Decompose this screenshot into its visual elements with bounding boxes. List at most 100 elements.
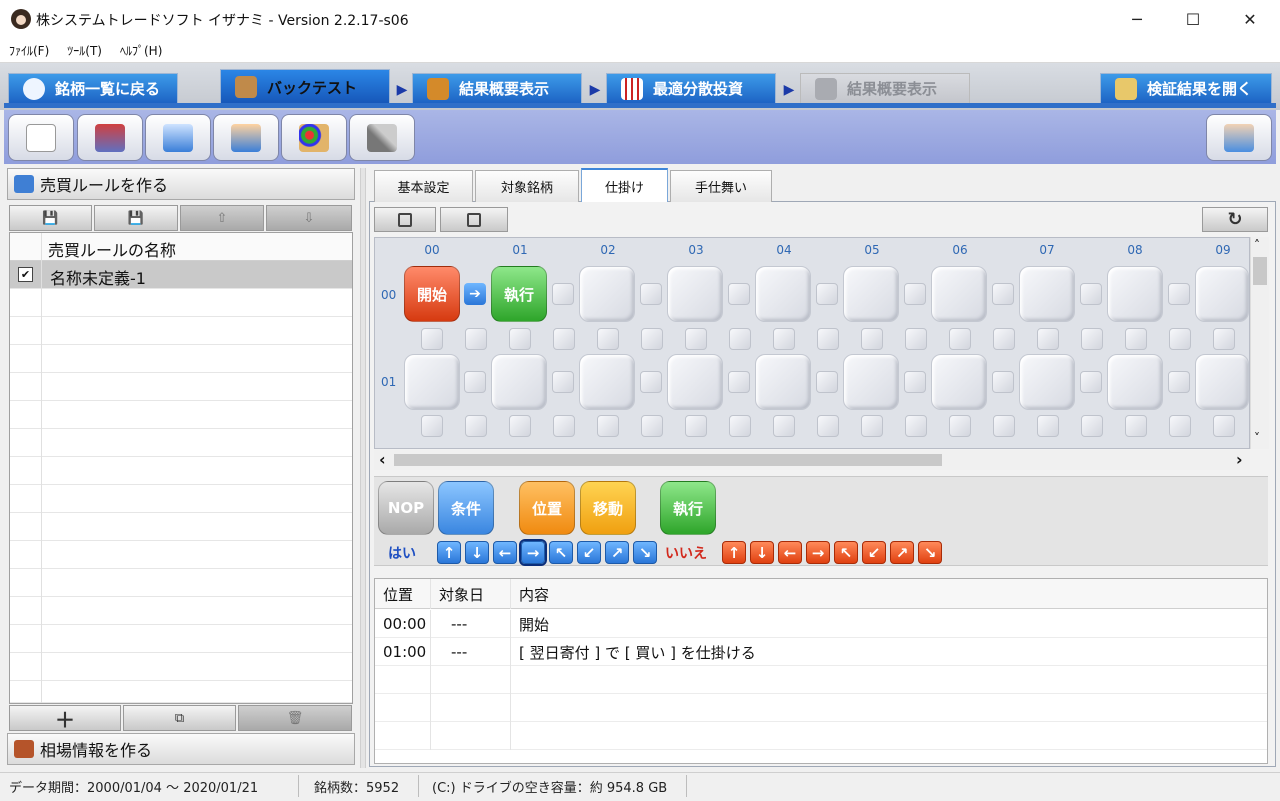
link-arrow-block[interactable]: ➔: [464, 283, 486, 305]
empty-cell-slot[interactable]: [404, 354, 460, 410]
backtest-tab[interactable]: バックテスト: [220, 69, 390, 105]
scroll-left-arrow[interactable]: ‹: [379, 450, 386, 469]
empty-link-slot[interactable]: [641, 328, 663, 350]
save-rule-button[interactable]: 💾: [9, 205, 92, 231]
empty-link-slot[interactable]: [1168, 371, 1190, 393]
empty-link-slot[interactable]: [1169, 415, 1191, 437]
empty-link-slot[interactable]: [905, 415, 927, 437]
empty-link-slot[interactable]: [993, 328, 1015, 350]
open-result-tab[interactable]: 検証結果を開く: [1100, 73, 1272, 104]
empty-link-slot[interactable]: [597, 415, 619, 437]
empty-cell-slot[interactable]: [579, 354, 635, 410]
empty-cell-slot[interactable]: [1107, 266, 1163, 322]
tab-target-stocks[interactable]: 対象銘柄: [475, 170, 579, 202]
vertical-scrollbar[interactable]: ˄ ˅: [1250, 237, 1269, 449]
empty-cell-slot[interactable]: [667, 354, 723, 410]
empty-link-slot[interactable]: [816, 283, 838, 305]
empty-link-slot[interactable]: [464, 371, 486, 393]
empty-link-slot[interactable]: [553, 328, 575, 350]
tab-basic-settings[interactable]: 基本設定: [374, 170, 473, 202]
empty-cell-slot[interactable]: [1107, 354, 1163, 410]
toolbox-button[interactable]: [77, 114, 143, 161]
yes-right-arrow[interactable]: →: [521, 541, 545, 564]
empty-link-slot[interactable]: [509, 328, 531, 350]
empty-link-slot[interactable]: [773, 328, 795, 350]
empty-link-slot[interactable]: [465, 328, 487, 350]
empty-link-slot[interactable]: [1213, 415, 1235, 437]
empty-link-slot[interactable]: [421, 328, 443, 350]
empty-cell-slot[interactable]: [667, 266, 723, 322]
empty-cell-slot[interactable]: [755, 266, 811, 322]
empty-link-slot[interactable]: [949, 328, 971, 350]
new-rule-button[interactable]: [8, 114, 74, 161]
copy-rule-button[interactable]: ⧉: [123, 705, 236, 731]
empty-cell-slot[interactable]: [1195, 266, 1249, 322]
empty-link-slot[interactable]: [773, 415, 795, 437]
import-button[interactable]: [213, 114, 279, 161]
scroll-down-arrow[interactable]: ˅: [1254, 431, 1260, 445]
palette-button[interactable]: [281, 114, 347, 161]
empty-link-slot[interactable]: [728, 283, 750, 305]
empty-link-slot[interactable]: [509, 415, 531, 437]
delete-rule-button[interactable]: 🗑: [238, 705, 352, 731]
empty-link-slot[interactable]: [1037, 415, 1059, 437]
no-up-arrow[interactable]: ↑: [722, 541, 746, 564]
empty-cell-slot[interactable]: [843, 266, 899, 322]
empty-link-slot[interactable]: [421, 415, 443, 437]
empty-cell-slot[interactable]: [843, 354, 899, 410]
empty-link-slot[interactable]: [1037, 328, 1059, 350]
empty-link-slot[interactable]: [861, 415, 883, 437]
empty-link-slot[interactable]: [552, 283, 574, 305]
empty-link-slot[interactable]: [905, 328, 927, 350]
move-down-button[interactable]: ⇩: [266, 205, 352, 231]
condition-block[interactable]: 条件: [438, 481, 494, 535]
empty-link-slot[interactable]: [861, 328, 883, 350]
empty-link-slot[interactable]: [552, 371, 574, 393]
empty-cell-slot[interactable]: [491, 354, 547, 410]
yes-up-arrow[interactable]: ↑: [437, 541, 461, 564]
no-left-arrow[interactable]: ←: [778, 541, 802, 564]
empty-link-slot[interactable]: [465, 415, 487, 437]
execute-block[interactable]: 執行: [491, 266, 547, 322]
move-block[interactable]: 移動: [580, 481, 636, 535]
hand-button[interactable]: [1206, 114, 1272, 161]
tab-entry[interactable]: 仕掛け: [581, 168, 668, 202]
splitter[interactable]: [360, 168, 366, 768]
no-up-left-arrow[interactable]: ↖: [834, 541, 858, 564]
menu-file[interactable]: ﾌｧｲﾙ(F): [9, 42, 49, 59]
empty-link-slot[interactable]: [816, 371, 838, 393]
empty-cell-slot[interactable]: [755, 354, 811, 410]
editor-export-button[interactable]: [374, 207, 436, 232]
empty-cell-slot[interactable]: [931, 266, 987, 322]
no-down-right-arrow[interactable]: ↘: [918, 541, 942, 564]
no-down-arrow[interactable]: ↓: [750, 541, 774, 564]
horizontal-scrollbar[interactable]: ‹ ›: [374, 450, 1250, 470]
empty-link-slot[interactable]: [640, 371, 662, 393]
tab-exit[interactable]: 手仕舞い: [670, 170, 772, 202]
detail-row[interactable]: 01:00 --- [ 翌日寄付 ] で [ 買い ] を仕掛ける: [375, 638, 1267, 666]
no-right-arrow[interactable]: →: [806, 541, 830, 564]
empty-link-slot[interactable]: [904, 283, 926, 305]
menu-tools[interactable]: ﾂｰﾙ(T): [67, 42, 102, 59]
close-button[interactable]: ✕: [1222, 0, 1278, 38]
rule-checkbox[interactable]: ✔: [18, 267, 33, 282]
portfolio-tab[interactable]: 最適分散投資: [606, 73, 776, 104]
horizontal-scroll-thumb[interactable]: [394, 454, 942, 466]
empty-link-slot[interactable]: [992, 283, 1014, 305]
empty-link-slot[interactable]: [1125, 415, 1147, 437]
empty-link-slot[interactable]: [685, 328, 707, 350]
rule-row[interactable]: ✔ 名称未定義-1: [10, 261, 352, 289]
move-up-button[interactable]: ⇧: [180, 205, 264, 231]
empty-link-slot[interactable]: [640, 283, 662, 305]
back-to-list-tab[interactable]: 銘柄一覧に戻る: [8, 73, 178, 104]
editor-import-button[interactable]: [440, 207, 508, 232]
empty-cell-slot[interactable]: [1019, 266, 1075, 322]
yes-down-left-arrow[interactable]: ↙: [577, 541, 601, 564]
menu-help[interactable]: ﾍﾙﾌﾟ(H): [120, 42, 162, 59]
refresh-button[interactable]: ↻: [1202, 207, 1268, 232]
empty-cell-slot[interactable]: [1195, 354, 1249, 410]
vertical-scroll-thumb[interactable]: [1253, 257, 1267, 285]
yes-left-arrow[interactable]: ←: [493, 541, 517, 564]
empty-cell-slot[interactable]: [579, 266, 635, 322]
empty-cell-slot[interactable]: [1019, 354, 1075, 410]
